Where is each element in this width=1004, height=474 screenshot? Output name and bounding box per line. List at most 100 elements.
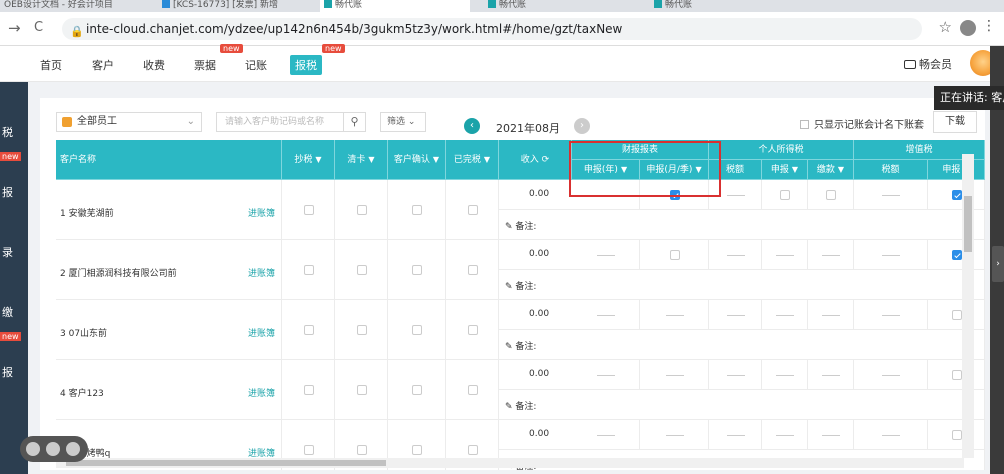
sidebar-item-report[interactable]: 报 (2, 184, 13, 200)
profile-icon[interactable] (960, 20, 976, 36)
refresh-icon[interactable]: ⟳ (542, 155, 550, 165)
status-checkbox[interactable] (303, 385, 314, 395)
note-field[interactable]: ✎ 备注: (505, 219, 536, 232)
sidebar-item-report-2[interactable]: 报 (2, 364, 13, 380)
status-checkbox[interactable] (412, 205, 422, 215)
scrollbar-thumb[interactable] (66, 460, 386, 466)
url-field[interactable]: 🔒 inte-cloud.chanjet.com/ydzee/up142n6n4… (62, 18, 922, 40)
search-icon[interactable]: ⚲ (343, 113, 365, 131)
member-link[interactable]: 畅会员 (904, 56, 952, 72)
status-checkbox[interactable] (951, 250, 962, 260)
filter-icon[interactable]: ▼ (315, 155, 321, 164)
status-checkbox[interactable] (467, 385, 478, 395)
left-sidebar: 税 new 报 录 缴 new 报 (0, 46, 28, 474)
ledger-link[interactable]: 进账簿 (248, 386, 275, 399)
status-checkbox[interactable] (356, 445, 367, 455)
bookmark-star-icon[interactable]: ☆ (939, 18, 952, 36)
status-checkbox[interactable] (356, 265, 367, 275)
header-declare[interactable]: 申报 ▼ (762, 160, 808, 180)
vertical-scrollbar[interactable] (962, 154, 974, 458)
status-checkbox[interactable] (951, 190, 962, 200)
nav-home[interactable]: 首页 (40, 57, 62, 73)
filter-icon[interactable]: ▼ (433, 155, 439, 164)
income-value: 0.00 (529, 309, 550, 319)
browser-tab-4[interactable]: 畅代账 (484, 0, 634, 12)
expand-panel-button[interactable]: › (992, 246, 1004, 282)
status-checkbox[interactable] (303, 205, 314, 215)
status-checkbox[interactable] (356, 385, 367, 395)
filter-dropdown[interactable]: 筛选 ⌄ (380, 112, 426, 132)
sidebar-item-entry[interactable]: 录 (2, 244, 13, 260)
filter-icon[interactable]: ▼ (838, 165, 844, 174)
tax-table: 客户名称 抄税 ▼ 清卡 ▼ 客户确认 ▼ 已完税 ▼ 收入 ⟳ 财报报表 申报(年) ▼… (56, 140, 985, 470)
employee-select[interactable]: 全部员工 ⌄ (56, 112, 202, 132)
status-checkbox[interactable] (303, 325, 314, 335)
browser-tab-2[interactable]: [KCS-16773] [发票] 新增 (158, 0, 308, 12)
filter-icon[interactable]: ▼ (792, 165, 798, 174)
browser-tab-3[interactable]: 畅代账 (320, 0, 470, 12)
chat-icon[interactable] (46, 442, 60, 456)
status-checkbox[interactable] (412, 445, 422, 455)
status-checkbox[interactable] (412, 325, 422, 335)
empty-dash (822, 375, 840, 376)
customer-search-input[interactable]: 请输入客户助记码或名称 ⚲ (216, 112, 366, 132)
note-field[interactable]: ✎ 备注: (505, 399, 536, 412)
note-field[interactable]: ✎ 备注: (505, 279, 536, 292)
income-value: 0.00 (529, 249, 550, 259)
status-checkbox[interactable] (780, 190, 790, 200)
ledger-link[interactable]: 进账簿 (248, 326, 275, 339)
browser-tab-1[interactable]: OEB设计文档 - 好会计项目 (0, 0, 150, 12)
status-checkbox[interactable] (303, 445, 314, 455)
status-checkbox[interactable] (951, 370, 962, 380)
status-checkbox[interactable] (356, 205, 367, 215)
forward-icon[interactable]: → (8, 19, 21, 37)
scrollbar-thumb[interactable] (964, 196, 972, 252)
note-cell (499, 330, 985, 360)
nav-customers[interactable]: 客户 (92, 57, 114, 73)
ledger-link[interactable]: 进账簿 (248, 206, 275, 219)
status-checkbox[interactable] (951, 430, 962, 440)
status-checkbox[interactable] (412, 385, 422, 395)
header-vat-declare[interactable]: 申报▼ (928, 160, 985, 180)
status-checkbox[interactable] (467, 325, 478, 335)
nav-fees[interactable]: 收费 (143, 57, 165, 73)
browser-menu-icon[interactable]: ⋮ (982, 18, 996, 34)
empty-dash (665, 435, 684, 436)
nav-bookkeeping[interactable]: 记账 (245, 57, 267, 73)
horizontal-scrollbar[interactable] (56, 458, 964, 468)
status-checkbox[interactable] (467, 205, 478, 215)
header-customer-confirm[interactable]: 客户确认 ▼ (388, 140, 446, 180)
status-checkbox[interactable] (412, 265, 422, 275)
sidebar-item-pay[interactable]: 缴 (2, 304, 13, 320)
download-button[interactable]: 下载 (933, 111, 977, 133)
header-clear-card[interactable]: 清卡 ▼ (335, 140, 388, 180)
more-icon[interactable] (66, 442, 80, 456)
header-filed[interactable]: 已完税 ▼ (446, 140, 499, 180)
status-checkbox[interactable] (669, 250, 680, 260)
only-show-checkbox[interactable]: 只显示记账会计名下账套 (800, 116, 924, 131)
prev-month-button[interactable]: ‹ (464, 118, 480, 134)
status-checkbox[interactable] (356, 325, 367, 335)
header-income[interactable]: 收入 ⟳ (499, 140, 572, 180)
status-checkbox[interactable] (467, 445, 478, 455)
meeting-controls[interactable] (20, 436, 88, 462)
next-month-button[interactable]: › (574, 118, 590, 134)
filter-icon[interactable]: ▼ (368, 155, 374, 164)
emoji-icon[interactable] (26, 442, 40, 456)
sidebar-item-tax[interactable]: 税 (2, 124, 13, 140)
nav-tax-active[interactable]: 报税 (290, 55, 322, 75)
status-checkbox[interactable] (467, 265, 478, 275)
filter-icon[interactable]: ▼ (484, 155, 490, 164)
browser-tab-5[interactable]: 畅代账 (650, 0, 800, 12)
header-copy-tax[interactable]: 抄税 ▼ (282, 140, 335, 180)
header-pay[interactable]: 缴款 ▼ (808, 160, 854, 180)
status-checkbox[interactable] (303, 265, 314, 275)
customer-name: 1 安徽芜湖前 (60, 209, 114, 219)
reload-icon[interactable]: C (34, 20, 43, 35)
note-field[interactable]: ✎ 备注: (505, 339, 536, 352)
empty-dash (726, 255, 745, 256)
status-checkbox[interactable] (826, 190, 836, 200)
status-checkbox[interactable] (951, 310, 962, 320)
nav-bills[interactable]: 票据 (194, 57, 216, 73)
ledger-link[interactable]: 进账簿 (248, 266, 275, 279)
